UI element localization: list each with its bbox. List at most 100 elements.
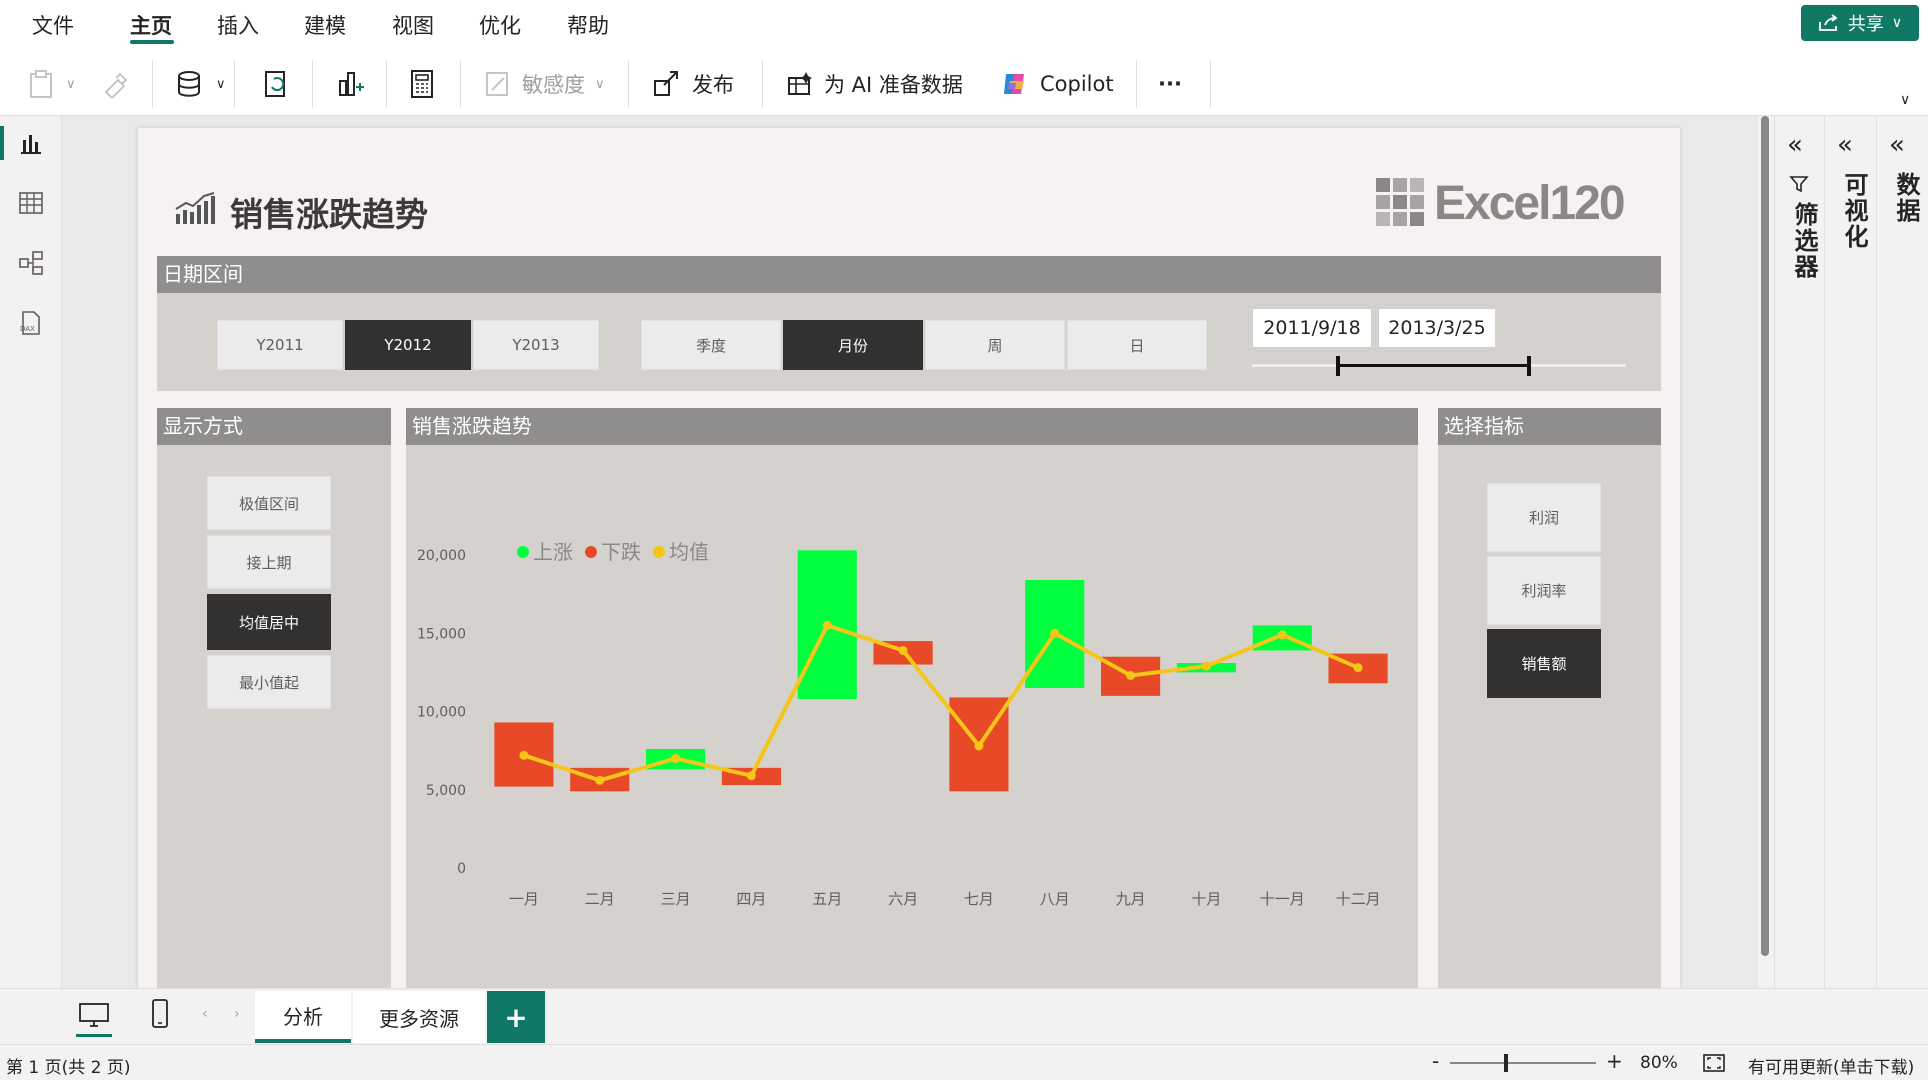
y-tick-label: 5,000 xyxy=(426,783,466,799)
brush-icon xyxy=(104,72,128,98)
display-option-mean-centered[interactable]: 均值居中 xyxy=(207,594,331,650)
share-icon xyxy=(1818,14,1838,31)
page-tab-more-resources[interactable]: 更多资源 xyxy=(353,991,485,1043)
desktop-layout-icon[interactable] xyxy=(78,1002,110,1028)
collapse-ribbon-icon[interactable]: ∨ xyxy=(1900,92,1910,108)
menu-tab-home[interactable]: 主页 xyxy=(130,10,172,40)
mean-point xyxy=(519,750,529,760)
year-slicer-y2013[interactable]: Y2013 xyxy=(473,320,599,370)
metric-option-profit[interactable]: 利润 xyxy=(1487,483,1601,552)
x-tick-label: 八月 xyxy=(1040,890,1070,908)
mean-point xyxy=(898,645,908,655)
mean-point xyxy=(746,771,756,781)
date-range-end-handle[interactable] xyxy=(1526,356,1531,376)
ribbon-separator xyxy=(1136,60,1137,108)
mean-point xyxy=(974,741,984,751)
year-slicer-y2012[interactable]: Y2012 xyxy=(345,320,471,370)
prepare-ai-data-button[interactable]: 为 AI 准备数据 xyxy=(786,64,963,104)
granularity-quarter[interactable]: 季度 xyxy=(641,320,781,370)
ribbon-separator xyxy=(234,60,235,108)
table-view-icon[interactable] xyxy=(18,190,44,216)
legend-marker xyxy=(653,546,665,558)
chevron-down-icon: ∨ xyxy=(66,76,76,92)
ai-data-label: 为 AI 准备数据 xyxy=(824,73,963,97)
mobile-layout-icon[interactable] xyxy=(150,998,170,1030)
sensitivity-button[interactable]: 敏感度 ∨ xyxy=(484,64,605,104)
filter-pane-title: 筛选器 xyxy=(1790,202,1818,280)
menu-tab-help[interactable]: 帮助 xyxy=(567,10,609,40)
date-range-start-handle[interactable] xyxy=(1336,356,1341,376)
model-view-icon[interactable] xyxy=(18,250,44,276)
collapse-data-icon[interactable]: « xyxy=(1889,130,1905,160)
date-panel-header: 日期区间 xyxy=(157,256,1661,293)
publish-button[interactable]: 发布 xyxy=(652,64,734,104)
y-tick-label: 20,000 xyxy=(417,548,466,564)
zoom-out-button[interactable]: - xyxy=(1432,1049,1439,1073)
metric-option-profit-rate[interactable]: 利润率 xyxy=(1487,556,1601,625)
year-slicer-y2011[interactable]: Y2011 xyxy=(217,320,343,370)
more-options-button[interactable]: ··· xyxy=(1158,64,1182,104)
granularity-week[interactable]: 周 xyxy=(925,320,1065,370)
chevron-left-icon[interactable]: ‹ xyxy=(202,1006,208,1022)
format-painter-button[interactable] xyxy=(102,64,130,104)
mean-point xyxy=(1201,661,1211,671)
collapse-viz-icon[interactable]: « xyxy=(1837,130,1853,160)
x-tick-label: 九月 xyxy=(1116,890,1146,908)
y-tick-label: 10,000 xyxy=(417,705,466,721)
menu-tab-modeling[interactable]: 建模 xyxy=(304,10,346,40)
menu-tab-file[interactable]: 文件 xyxy=(32,10,74,40)
share-button[interactable]: 共享 ∨ xyxy=(1801,5,1919,41)
page-tab-analysis[interactable]: 分析 xyxy=(255,991,351,1043)
new-visual-button[interactable] xyxy=(336,64,366,104)
display-option-from-minimum[interactable]: 最小值起 xyxy=(207,655,331,709)
data-pane[interactable]: « 数据 xyxy=(1876,116,1928,988)
x-tick-label: 五月 xyxy=(812,890,842,908)
filter-pane[interactable]: « 筛选器 xyxy=(1774,116,1824,988)
report-view-icon[interactable] xyxy=(18,130,44,156)
display-panel-header: 显示方式 xyxy=(157,408,391,445)
trend-chart-icon xyxy=(175,192,215,224)
x-tick-label: 十月 xyxy=(1191,890,1221,908)
display-option-continue-previous[interactable]: 接上期 xyxy=(207,535,331,589)
dax-query-view-icon[interactable]: DAX xyxy=(18,310,44,336)
visualizations-pane[interactable]: « 可视化 xyxy=(1824,116,1876,988)
excel120-logo-icon xyxy=(1376,178,1424,226)
scrollbar-thumb[interactable] xyxy=(1761,116,1769,956)
add-page-button[interactable]: + xyxy=(487,991,545,1043)
copilot-label: Copilot xyxy=(1040,72,1114,96)
paste-button[interactable]: ∨ xyxy=(28,64,76,104)
date-start-input[interactable]: 2011/9/18 xyxy=(1252,308,1372,348)
x-tick-label: 十一月 xyxy=(1260,890,1305,908)
zoom-slider[interactable] xyxy=(1450,1062,1596,1064)
zoom-slider-thumb[interactable] xyxy=(1504,1054,1508,1072)
metric-option-sales[interactable]: 销售额 xyxy=(1487,629,1601,698)
date-range-fill xyxy=(1338,364,1529,367)
menu-tab-optimize[interactable]: 优化 xyxy=(479,10,521,40)
mean-point xyxy=(595,775,605,785)
y-tick-label: 0 xyxy=(457,861,466,877)
chevron-right-icon[interactable]: › xyxy=(234,1006,240,1022)
sensitivity-icon xyxy=(486,72,508,96)
collapse-filter-icon[interactable]: « xyxy=(1787,130,1803,160)
menu-bar: 文件 主页 插入 建模 视图 优化 帮助 共享 ∨ xyxy=(0,0,1928,48)
calculation-button[interactable] xyxy=(408,64,436,104)
report-page: 销售涨跌趋势 Excel120 日期区间 Y2011 Y2012 Y2013 季… xyxy=(138,128,1680,990)
get-data-button[interactable]: ∨ xyxy=(176,64,226,104)
x-tick-label: 十二月 xyxy=(1336,890,1381,908)
menu-tab-insert[interactable]: 插入 xyxy=(217,10,259,40)
metric-panel-header: 选择指标 xyxy=(1438,408,1661,445)
date-end-input[interactable]: 2013/3/25 xyxy=(1378,308,1496,348)
copilot-button[interactable]: Copilot xyxy=(1000,64,1114,104)
ribbon-separator xyxy=(460,60,461,108)
refresh-button[interactable] xyxy=(262,64,292,104)
update-available-link[interactable]: 有可用更新(单击下载) xyxy=(1748,1053,1914,1078)
granularity-month[interactable]: 月份 xyxy=(783,320,923,370)
zoom-in-button[interactable]: + xyxy=(1606,1049,1623,1073)
granularity-day[interactable]: 日 xyxy=(1067,320,1207,370)
data-pane-title: 数据 xyxy=(1892,172,1920,224)
menu-tab-view[interactable]: 视图 xyxy=(392,10,434,40)
chevron-down-icon: ∨ xyxy=(216,76,226,92)
display-option-extreme-range[interactable]: 极值区间 xyxy=(207,476,331,530)
share-label: 共享 xyxy=(1847,14,1884,35)
fit-to-page-icon[interactable] xyxy=(1702,1053,1726,1073)
